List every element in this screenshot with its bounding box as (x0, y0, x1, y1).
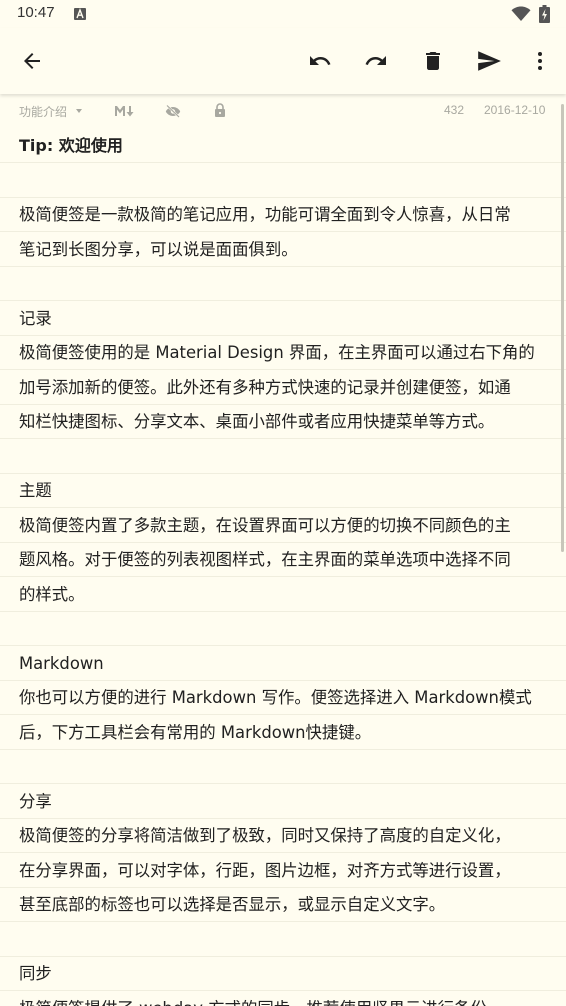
note-text-line[interactable]: 甚至底部的标签也可以选择是否显示，或显示自定义文字。 (0, 888, 566, 922)
status-time: 10:47 (17, 4, 55, 21)
note-line-text: 极简便签提供了 webdav 方式的同步，推荐使用坚果云进行备份 (19, 997, 487, 1006)
note-line-text: 甚至底部的标签也可以选择是否显示，或显示自定义文字。 (19, 895, 446, 914)
note-text-line[interactable]: Markdown (0, 647, 566, 681)
note-text-line[interactable]: 极简便签提供了 webdav 方式的同步，推荐使用坚果云进行备份 (0, 992, 566, 1006)
note-editor[interactable]: Tip: 欢迎使用极简便签是一款极简的笔记应用，功能可谓全面到令人惊喜，从日常笔… (0, 129, 566, 1006)
note-line-text: 笔记到长图分享，可以说是面面俱到。 (19, 239, 298, 259)
note-text-line[interactable]: 你也可以方便的进行 Markdown 写作。便签选择进入 Markdown模式 (0, 681, 566, 715)
word-count: 432 (444, 103, 465, 117)
battery-icon (539, 5, 550, 27)
note-text-line[interactable]: 在分享界面，可以对字体，行距，图片边框，对齐方式等进行设置， (0, 854, 566, 888)
send-icon[interactable] (469, 41, 509, 81)
note-date: 2016-12-10 (484, 103, 546, 117)
chevron-down-icon[interactable] (76, 109, 82, 113)
note-line-text: 同步 (19, 964, 52, 983)
redo-icon[interactable] (356, 41, 396, 81)
note-text-line[interactable]: 的样式。 (0, 578, 566, 612)
note-text-line[interactable]: 极简便签的分享将简洁做到了极致，同时又保持了高度的自定义化， (0, 819, 566, 853)
note-line-text: 主题 (19, 481, 52, 500)
note-line-text: Markdown (19, 653, 104, 673)
note-text-line[interactable]: 记录 (0, 302, 566, 336)
note-text-line[interactable]: 同步 (0, 957, 566, 991)
scrollbar[interactable] (561, 104, 564, 552)
note-text-line[interactable]: 极简便签是一款极简的笔记应用，功能可谓全面到令人惊喜，从日常 (0, 198, 566, 232)
toolbar (0, 28, 566, 94)
note-line-text: 记录 (19, 308, 52, 328)
note-line-text: 极简便签使用的是 Material Design 界面，在主界面可以通过右下角的 (19, 343, 535, 362)
note-line-text: 加号添加新的便签。此外还有多种方式快速的记录并创建便签，如通 (19, 377, 511, 397)
note-text-line[interactable] (0, 750, 566, 784)
undo-icon[interactable] (300, 41, 340, 81)
note-text-line[interactable]: 后，下方工具栏会有常用的 Markdown快捷键。 (0, 716, 566, 750)
more-vert-icon[interactable] (520, 41, 560, 81)
note-title: Tip: 欢迎使用 (19, 136, 123, 155)
note-text-line[interactable]: 分享 (0, 785, 566, 819)
note-text-line[interactable] (0, 612, 566, 646)
wifi-icon (511, 6, 531, 26)
a-notification-icon (74, 8, 86, 20)
note-line-text: 你也可以方便的进行 Markdown 写作。便签选择进入 Markdown模式 (19, 688, 532, 707)
note-line-text: 在分享界面，可以对字体，行距，图片边框，对齐方式等进行设置， (19, 860, 511, 880)
note-text-line[interactable]: 极简便签使用的是 Material Design 界面，在主界面可以通过右下角的 (0, 336, 566, 370)
note-text-line[interactable]: 知栏快捷图标、分享文本、桌面小部件或者应用快捷菜单等方式。 (0, 405, 566, 439)
note-line-text: 知栏快捷图标、分享文本、桌面小部件或者应用快捷菜单等方式。 (19, 412, 495, 431)
eye-off-icon[interactable] (165, 104, 181, 121)
note-text-line[interactable]: 题风格。对于便签的列表视图样式，在主界面的菜单选项中选择不同 (0, 543, 566, 577)
note-line-text: 的样式。 (19, 584, 85, 604)
note-line-text: 后，下方工具栏会有常用的 Markdown快捷键。 (19, 722, 372, 742)
category-selector[interactable]: 功能介绍 (19, 103, 67, 120)
markdown-icon[interactable] (114, 104, 136, 121)
note-line-text: 题风格。对于便签的列表视图样式，在主界面的菜单选项中选择不同 (19, 550, 511, 569)
back-arrow-icon[interactable] (12, 41, 52, 81)
note-text-line[interactable] (0, 923, 566, 957)
delete-icon[interactable] (413, 41, 453, 81)
note-text-line[interactable] (0, 267, 566, 301)
note-text-line[interactable] (0, 440, 566, 474)
note-text-line[interactable]: 主题 (0, 474, 566, 508)
note-line-text: 极简便签内置了多款主题，在设置界面可以方便的切换不同颜色的主 (19, 515, 511, 535)
note-text-line[interactable]: 笔记到长图分享，可以说是面面俱到。 (0, 233, 566, 267)
note-meta-row: 功能介绍 432 2016-12-10 (0, 100, 566, 122)
note-line-text: 分享 (19, 791, 52, 811)
note-text-line[interactable]: 加号添加新的便签。此外还有多种方式快速的记录并创建便签，如通 (0, 371, 566, 405)
note-text-line[interactable] (0, 164, 566, 198)
note-text-line[interactable]: 极简便签内置了多款主题，在设置界面可以方便的切换不同颜色的主 (0, 509, 566, 543)
note-line-text: 极简便签是一款极简的笔记应用，功能可谓全面到令人惊喜，从日常 (19, 205, 511, 224)
note-line-text: 极简便签的分享将简洁做到了极致，同时又保持了高度的自定义化， (19, 826, 511, 845)
lock-icon[interactable] (214, 103, 226, 121)
note-title-line[interactable]: Tip: 欢迎使用 (0, 129, 566, 163)
status-bar: 10:47 (0, 0, 566, 28)
